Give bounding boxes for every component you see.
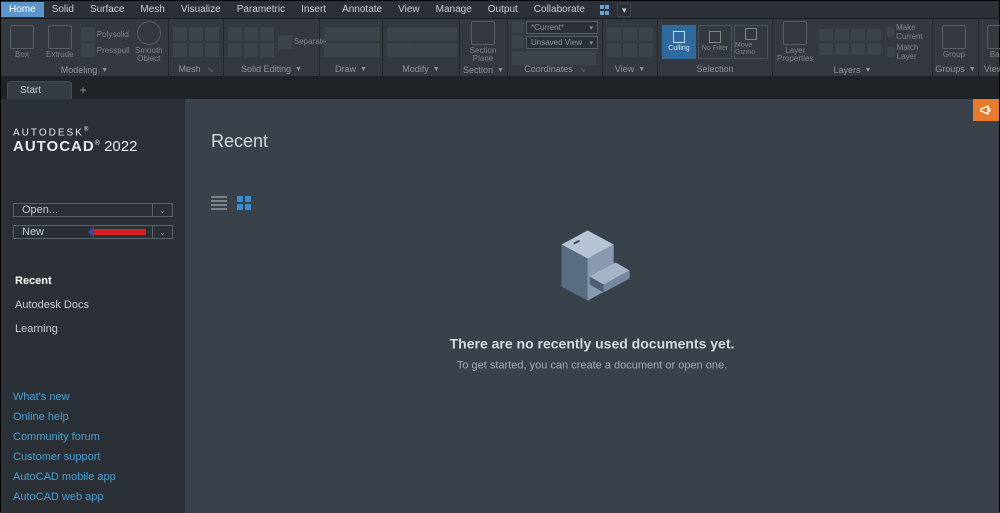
sidebar-nav: Recent Autodesk Docs Learning	[13, 269, 173, 341]
megaphone-icon	[979, 103, 993, 117]
base-button[interactable]: Base	[983, 25, 1000, 59]
link-online-help[interactable]: Online help	[13, 411, 173, 423]
panel-label-selection: Selection	[696, 64, 733, 74]
panel-layers: Layer Properties Make Current Match Laye…	[773, 19, 933, 76]
section-plane-button[interactable]: Section Plane	[464, 21, 502, 63]
sidebar-item-autodesk-docs[interactable]: Autodesk Docs	[13, 293, 173, 317]
menu-visualize[interactable]: Visualize	[173, 2, 229, 17]
panel-label-groups[interactable]: Groups	[935, 64, 965, 74]
content-area: Recent There are no recently used docume…	[185, 99, 999, 513]
page-title: Recent	[211, 131, 973, 152]
link-mobile-app[interactable]: AutoCAD mobile app	[13, 471, 173, 483]
open-dropdown[interactable]: ⌄	[152, 204, 172, 216]
panel-label-section[interactable]: Section	[463, 65, 493, 75]
brand-autodesk: AUTODESK®	[13, 127, 173, 138]
new-button[interactable]: New ⌄	[13, 225, 173, 239]
coord-tools[interactable]	[512, 51, 594, 61]
link-whats-new[interactable]: What's new	[13, 391, 173, 403]
announcements-button[interactable]	[973, 99, 999, 121]
menu-home[interactable]: Home	[1, 2, 44, 17]
culling-toggle[interactable]: Culling	[662, 25, 696, 59]
mesh-tools[interactable]	[173, 27, 219, 57]
panel-label-view-base[interactable]: View	[984, 64, 1000, 74]
panel-selection: Culling No Filter Move Gizmo Selection	[658, 19, 773, 76]
match-layer-button[interactable]: Match Layer	[887, 43, 928, 61]
panel-label-solid-editing[interactable]: Solid Editing	[241, 64, 291, 74]
layer-tools[interactable]	[819, 29, 881, 55]
modify-tools[interactable]	[387, 27, 455, 57]
box-button[interactable]: Box	[5, 25, 39, 59]
menu-annotate[interactable]: Annotate	[334, 2, 390, 17]
menu-output[interactable]: Output	[480, 2, 526, 17]
panel-draw: Draw▼	[320, 19, 383, 76]
menu-insert[interactable]: Insert	[293, 2, 334, 17]
panel-coordinates: *Current*▾ Unsaved View▾ Coordinates ↘	[508, 19, 603, 76]
panel-label-mesh[interactable]: Mesh	[179, 64, 201, 74]
panel-modeling: Box Extrude Polysolid Presspull Smooth O…	[1, 19, 169, 76]
extrude-button[interactable]: Extrude	[43, 25, 77, 59]
menu-parametric[interactable]: Parametric	[229, 2, 293, 17]
file-cabinet-icon	[547, 224, 637, 314]
menu-collaborate[interactable]: Collaborate	[526, 2, 593, 17]
new-tab-button[interactable]: +	[72, 83, 94, 99]
panel-view-base: Base View▼	[979, 19, 1000, 76]
panel-mesh: Mesh ↘	[169, 19, 224, 76]
make-current-button[interactable]: Make Current	[887, 23, 928, 41]
sidebar-links: What's new Online help Community forum C…	[13, 391, 173, 503]
panel-label-view[interactable]: View	[615, 64, 634, 74]
tab-start[interactable]: Start	[7, 81, 72, 99]
menu-mesh[interactable]: Mesh	[132, 2, 172, 17]
view-tools[interactable]	[607, 27, 653, 57]
panel-modify: Modify▼	[383, 19, 460, 76]
view-list-toggle[interactable]	[211, 196, 227, 210]
panel-label-modify[interactable]: Modify	[402, 64, 429, 74]
layer-properties-button[interactable]: Layer Properties	[777, 21, 813, 63]
link-customer-support[interactable]: Customer support	[13, 451, 173, 463]
annotation-arrow	[90, 229, 146, 235]
menu-solid[interactable]: Solid	[44, 2, 82, 17]
sidebar: AUTODESK® AUTOCAD® 2022 Open... ⌄ New ⌄ …	[1, 99, 185, 513]
link-web-app[interactable]: AutoCAD web app	[13, 491, 173, 503]
panel-label-coordinates[interactable]: Coordinates	[524, 64, 573, 74]
panel-view: View▼	[603, 19, 658, 76]
menu-surface[interactable]: Surface	[82, 2, 132, 17]
ucs-current-select[interactable]: *Current*▾	[526, 21, 598, 34]
sidebar-item-learning[interactable]: Learning	[13, 317, 173, 341]
draw-tools[interactable]	[324, 27, 378, 57]
panel-section: Section Plane Section▼	[460, 19, 508, 76]
unsaved-view-select[interactable]: Unsaved View▾	[526, 36, 598, 49]
open-button[interactable]: Open... ⌄	[13, 203, 173, 217]
sidebar-item-recent[interactable]: Recent	[13, 269, 173, 293]
panel-solid-editing: Separate Solid Editing▼	[224, 19, 320, 76]
featured-apps-icon[interactable]	[599, 3, 615, 17]
empty-title: There are no recently used documents yet…	[450, 335, 735, 351]
solid-editing-tools[interactable]	[228, 27, 274, 57]
document-tab-bar: Start +	[1, 77, 999, 99]
panel-label-draw[interactable]: Draw	[335, 64, 356, 74]
smooth-object-button[interactable]: Smooth Object	[134, 21, 164, 63]
menu-bar: Home Solid Surface Mesh Visualize Parame…	[1, 1, 999, 19]
ribbon: Box Extrude Polysolid Presspull Smooth O…	[1, 19, 999, 77]
move-gizmo-toggle[interactable]: Move Gizmo	[734, 25, 768, 59]
chevron-down-icon: ▼	[101, 67, 108, 74]
menu-manage[interactable]: Manage	[428, 2, 480, 17]
new-dropdown[interactable]: ⌄	[152, 226, 172, 238]
view-grid-toggle[interactable]	[237, 196, 253, 210]
group-button[interactable]: Group	[937, 25, 971, 59]
empty-subtitle: To get started, you can create a documen…	[450, 359, 735, 371]
polysolid-button[interactable]: Polysolid	[81, 27, 130, 41]
presspull-button[interactable]: Presspull	[81, 43, 130, 57]
menu-view[interactable]: View	[390, 2, 428, 17]
panel-groups: Group Groups▼	[933, 19, 979, 76]
menu-overflow[interactable]: ▾	[617, 3, 632, 17]
no-filter-toggle[interactable]: No Filter	[698, 25, 732, 59]
empty-state: There are no recently used documents yet…	[450, 224, 735, 371]
panel-label-modeling[interactable]: Modeling	[61, 65, 98, 75]
link-community-forum[interactable]: Community forum	[13, 431, 173, 443]
main-area: AUTODESK® AUTOCAD® 2022 Open... ⌄ New ⌄ …	[1, 99, 999, 513]
brand-autocad: AUTOCAD® 2022	[13, 138, 173, 155]
panel-label-layers[interactable]: Layers	[834, 65, 861, 75]
